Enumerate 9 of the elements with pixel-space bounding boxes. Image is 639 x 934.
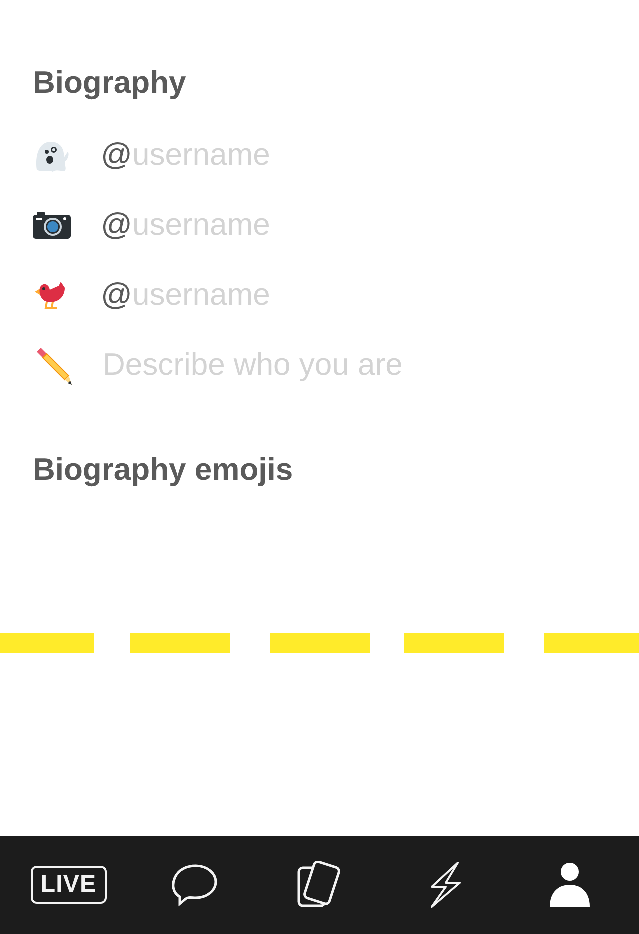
live-tab[interactable]: LIVE (18, 855, 119, 915)
section-title: Biography (33, 64, 186, 102)
at-sign: @ (101, 136, 132, 174)
at-sign: @ (101, 206, 132, 244)
speech-bubble-icon (170, 863, 218, 907)
section-title: Biography emojis (33, 450, 294, 489)
person-icon (549, 862, 592, 908)
cards-icon (297, 861, 342, 909)
at-sign: @ (101, 276, 132, 314)
